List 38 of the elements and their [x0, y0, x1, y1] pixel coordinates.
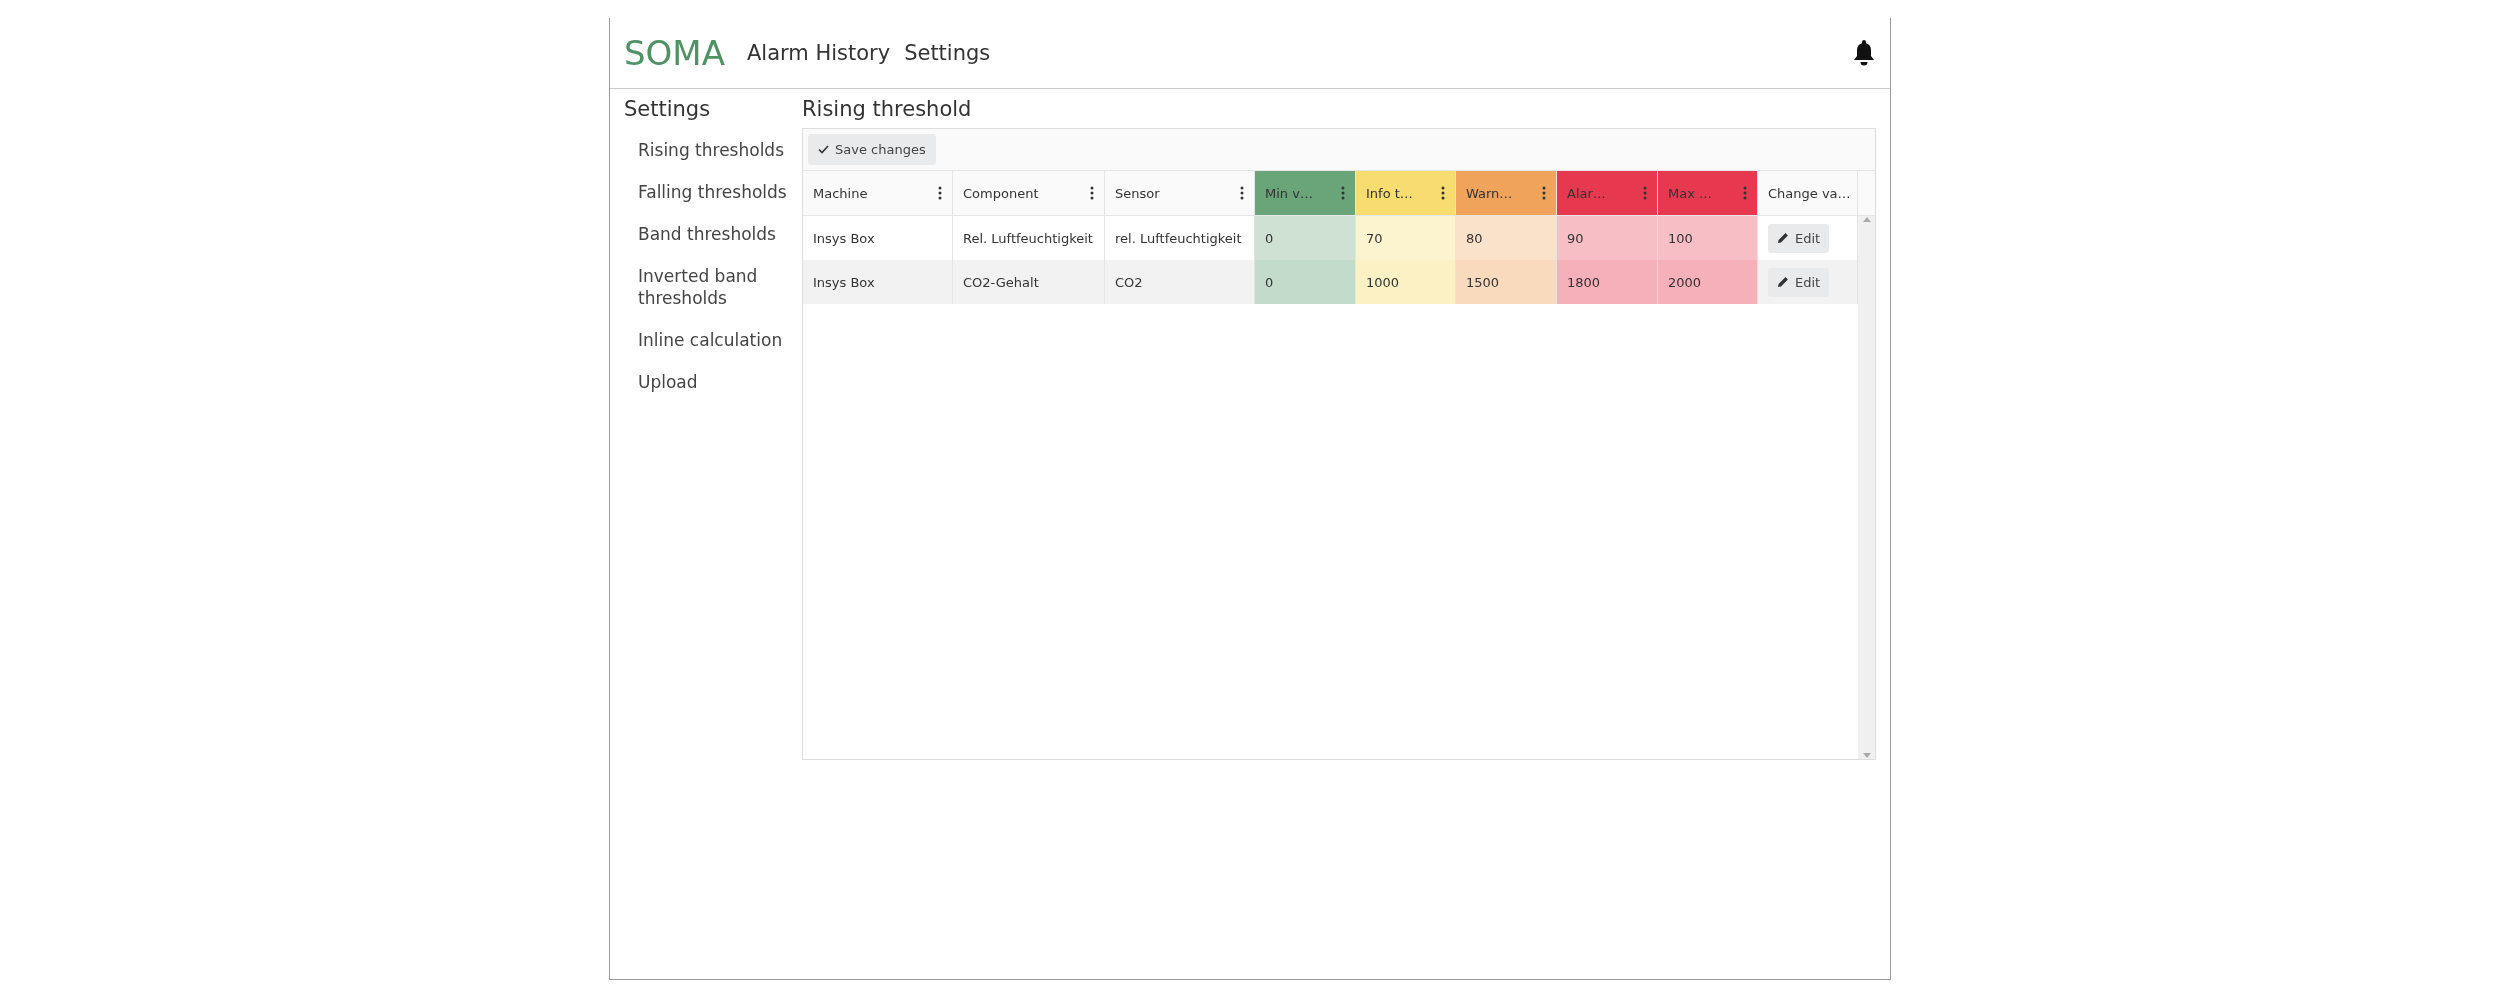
edit-button[interactable]: Edit [1768, 223, 1830, 253]
table-cell: 1800 [1557, 260, 1658, 304]
table-cell: CO2-Gehalt [953, 260, 1105, 304]
sidebar-item[interactable]: Falling thresholds [624, 171, 802, 213]
menu-icon[interactable] [1240, 186, 1244, 200]
table-cell: 80 [1456, 216, 1557, 260]
logo[interactable]: SOMA [624, 33, 725, 73]
table-cell: 0 [1255, 216, 1356, 260]
column-header[interactable]: Info t… [1356, 171, 1456, 215]
sidebar-item[interactable]: Band thresholds [624, 213, 802, 255]
menu-icon[interactable] [1542, 186, 1546, 200]
table-cell: 90 [1557, 216, 1658, 260]
sidebar-item[interactable]: Inline calculation [624, 319, 802, 361]
table-cell: 0 [1255, 260, 1356, 304]
column-header[interactable]: Warn… [1456, 171, 1557, 215]
save-button[interactable]: Save changes [808, 134, 936, 165]
pencil-icon [1777, 276, 1789, 288]
nav-link[interactable]: Settings [904, 41, 991, 65]
table-cell: 100 [1658, 216, 1758, 260]
sidebar-item[interactable]: Upload [624, 361, 802, 403]
pencil-icon [1777, 232, 1789, 244]
page-title: Rising threshold [802, 97, 973, 121]
sidebar-item[interactable]: Rising thresholds [624, 129, 802, 171]
sidebar-item[interactable]: Inverted band thresholds [624, 255, 802, 319]
column-header[interactable]: Min v… [1255, 171, 1356, 215]
table-cell: 1500 [1456, 260, 1557, 304]
menu-icon[interactable] [1441, 186, 1445, 200]
table-cell: 1000 [1356, 260, 1456, 304]
bell-icon[interactable] [1852, 39, 1876, 67]
nav-link[interactable]: Alarm History [746, 41, 891, 65]
menu-icon[interactable] [1090, 186, 1094, 200]
table-cell: 70 [1356, 216, 1456, 260]
table-cell: Insys Box [803, 260, 953, 304]
check-icon [818, 145, 829, 154]
sidebar-title: Settings [624, 97, 712, 121]
edit-button[interactable]: Edit [1768, 267, 1830, 297]
menu-icon[interactable] [938, 186, 942, 200]
table-cell: 2000 [1658, 260, 1758, 304]
